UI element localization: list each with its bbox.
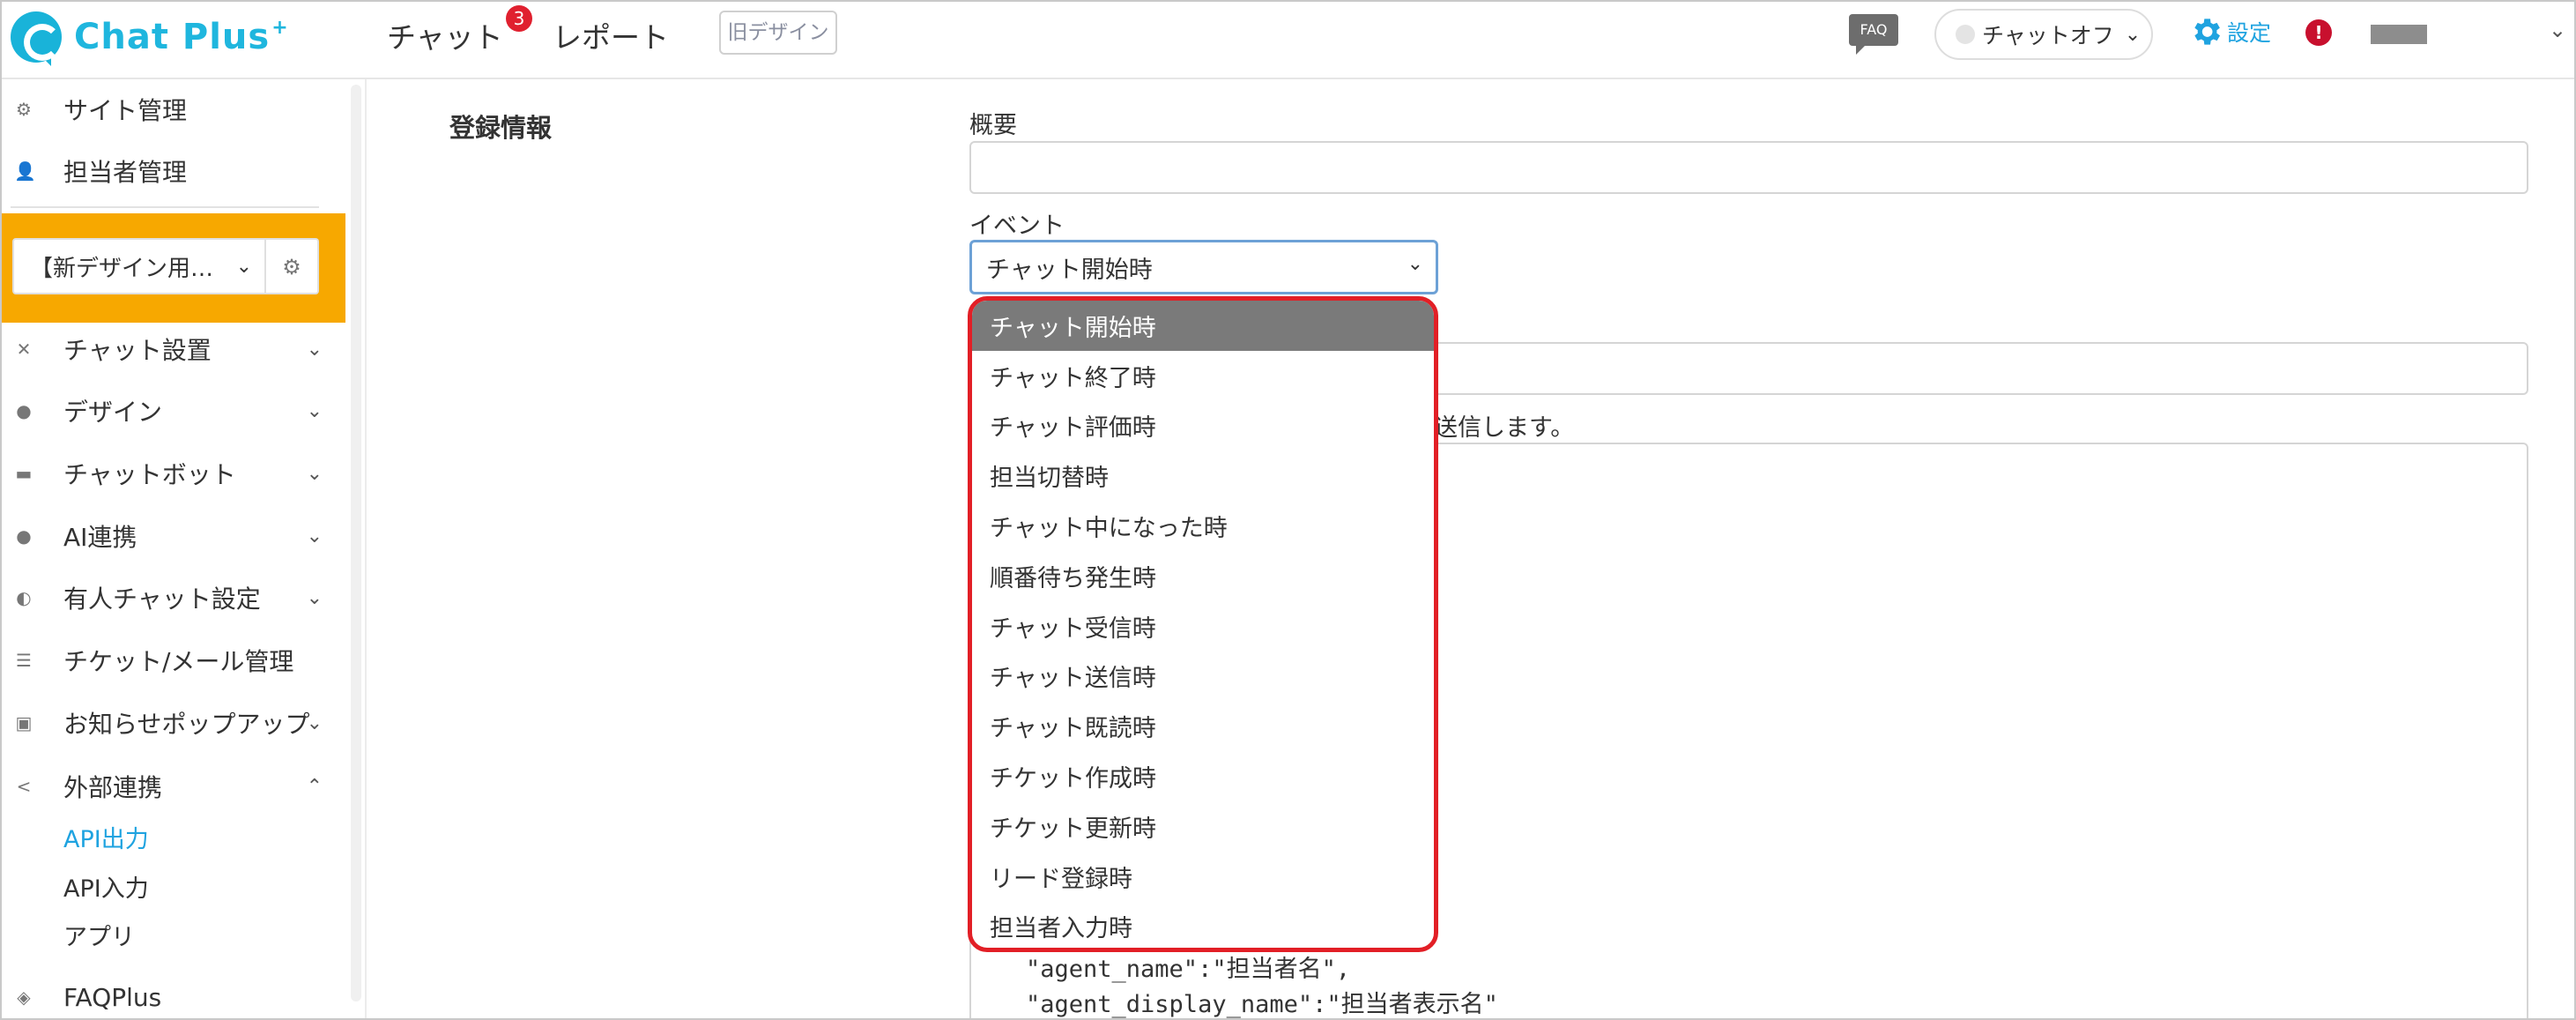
faq-icon[interactable]: FAQ: [1849, 14, 1898, 55]
sidebar-subitem-apps[interactable]: アプリ: [63, 918, 135, 952]
share-icon: <: [16, 776, 32, 797]
status-dot-icon: [1956, 25, 1975, 44]
sidebar-item-external[interactable]: < 外部連携 ⌃: [2, 760, 345, 813]
sidebar-item-label: お知らせポップアップ: [63, 710, 310, 739]
dropdown-option[interactable]: チャット送信時: [972, 651, 1434, 702]
payload-line: "agent_name":"担当者名",: [1026, 956, 1351, 983]
dropdown-option[interactable]: 担当者入力時: [972, 902, 1434, 948]
user-avatar[interactable]: [2371, 25, 2427, 44]
chevron-down-icon: ⌄: [306, 399, 323, 422]
chevron-down-icon: ⌄: [306, 711, 323, 734]
window-icon: ▣: [15, 712, 33, 733]
alert-icon[interactable]: !: [2305, 19, 2332, 46]
sidebar-item-site-management[interactable]: ⚙ サイト管理: [2, 83, 345, 136]
sidebar-item-label: チャットボット: [63, 460, 236, 489]
chevron-down-icon: ⌄: [306, 338, 323, 361]
chevron-down-icon: ⌄: [306, 586, 323, 609]
sidebar-item-chat-setup[interactable]: ✕ チャット設置 ⌄: [2, 323, 345, 376]
event-select-value: チャット開始時: [986, 256, 1153, 284]
sidebar-item-label: AI連携: [63, 523, 137, 552]
sidebar-item-label: FAQPlus: [63, 982, 162, 1012]
dropdown-option[interactable]: チャット中になった時: [972, 501, 1434, 551]
sidebar-item-label: 有人チャット設定: [63, 584, 261, 614]
dropdown-option[interactable]: リード登録時: [972, 852, 1434, 902]
nav-report[interactable]: レポート: [553, 14, 669, 56]
payload-line: "agent_display_name":"担当者表示名": [1026, 991, 1498, 1018]
logo-plus: +: [271, 17, 289, 39]
section-title: 登録情報: [449, 113, 553, 143]
sidebar-subitem-api-output[interactable]: API出力: [63, 820, 149, 854]
dropdown-option[interactable]: チケット更新時: [972, 801, 1434, 852]
site-select-value: 【新デザイン用…: [30, 255, 214, 282]
top-header: Chat Plus+ チャット 3 レポート 旧デザイン FAQ チャットオフ …: [2, 2, 2574, 79]
site-selector-panel: 【新デザイン用… ⌄ ⚙: [2, 213, 345, 323]
sidebar-item-label: チケット/メール管理: [63, 647, 294, 676]
sidebar-item-design[interactable]: ● デザイン ⌄: [2, 384, 345, 437]
site-select[interactable]: 【新デザイン用… ⌄: [12, 238, 266, 294]
sidebar-item-ticket-mail[interactable]: ☰ チケット/メール管理: [2, 634, 345, 687]
dropdown-option[interactable]: チケット作成時: [972, 751, 1434, 801]
sidebar-divider: [11, 206, 319, 208]
user-menu-chevron-icon[interactable]: ⌄: [2549, 18, 2566, 42]
sidebar-item-popup[interactable]: ▣ お知らせポップアップ ⌄: [2, 696, 345, 749]
sidebar-item-label: チャット設置: [63, 336, 212, 365]
dropdown-option[interactable]: チャット終了時: [972, 351, 1434, 401]
dropdown-option[interactable]: チャット既読時: [972, 701, 1434, 751]
sidebar-item-label: デザイン: [63, 398, 163, 427]
logo-text: Chat Plus: [74, 17, 271, 57]
chat-status-label: チャットオフ: [1982, 23, 2114, 48]
chevron-down-icon: ⌄: [2124, 23, 2142, 46]
chevron-up-icon: ⌃: [306, 775, 323, 798]
description-text: 送信します。: [1434, 414, 1575, 442]
dropdown-option[interactable]: 順番待ち発生時: [972, 551, 1434, 601]
list-icon: ☰: [16, 650, 32, 671]
sidebar-item-chatbot[interactable]: ▬ チャットボット ⌄: [2, 447, 345, 500]
sidebar-item-agent-management[interactable]: 👤 担当者管理: [2, 145, 345, 197]
tools-icon: ✕: [16, 339, 32, 360]
sidebar-scrollbar[interactable]: [351, 85, 361, 1001]
chevron-down-icon: ⌄: [235, 255, 252, 278]
sidebar-subitem-api-input[interactable]: API入力: [63, 869, 149, 904]
palette-icon: ●: [16, 400, 32, 421]
chat-bubble-icon: ▬: [15, 463, 33, 484]
bulb-icon: ●: [16, 525, 32, 547]
summary-input[interactable]: [969, 141, 2528, 194]
dropdown-option[interactable]: チャット評価時: [972, 401, 1434, 451]
nav-chat[interactable]: チャット: [387, 14, 503, 56]
chat-status-dropdown[interactable]: チャットオフ ⌄: [1934, 9, 2153, 60]
dropdown-option[interactable]: チャット開始時: [972, 301, 1434, 351]
sidebar-item-label: 外部連携: [63, 773, 163, 802]
chatplus-logo[interactable]: Chat Plus+: [11, 9, 289, 66]
settings-label: 設定: [2227, 20, 2272, 46]
sidebar-item-live-chat[interactable]: ◐ 有人チャット設定 ⌄: [2, 571, 345, 624]
chevron-down-icon: ⌄: [306, 462, 323, 485]
sidebar-item-faqplus[interactable]: ◈ FAQPlus: [2, 971, 345, 1018]
gear-icon: [2194, 19, 2220, 45]
app-window: Chat Plus+ チャット 3 レポート 旧デザイン FAQ チャットオフ …: [0, 0, 2576, 1020]
dropdown-option[interactable]: チャット受信時: [972, 601, 1434, 651]
headset-icon: ◐: [16, 587, 32, 608]
chat-count-badge: 3: [506, 5, 532, 32]
event-dropdown-list: チャット開始時 チャット終了時 チャット評価時 担当切替時 チャット中になった時…: [968, 296, 1438, 952]
summary-label: 概要: [969, 112, 1017, 139]
gear-icon: ⚙: [16, 99, 32, 120]
site-settings-gear-icon[interactable]: ⚙: [266, 238, 319, 294]
dropdown-option[interactable]: 担当切替時: [972, 450, 1434, 501]
settings-link[interactable]: 設定: [2188, 14, 2271, 49]
logo-icon: [11, 11, 62, 66]
sidebar-item-ai[interactable]: ● AI連携 ⌄: [2, 510, 345, 562]
chevron-down-icon: ⌄: [306, 525, 323, 547]
faqplus-icon: ◈: [17, 986, 31, 1008]
sidebar-item-label: 担当者管理: [63, 158, 188, 187]
sidebar-item-label: サイト管理: [63, 96, 188, 125]
old-design-button[interactable]: 旧デザイン: [719, 11, 837, 55]
chevron-down-icon: ⌄: [1407, 253, 1423, 275]
event-label: イベント: [969, 212, 1065, 240]
user-gear-icon: 👤: [14, 160, 36, 182]
event-select[interactable]: チャット開始時 ⌄: [969, 240, 1438, 294]
